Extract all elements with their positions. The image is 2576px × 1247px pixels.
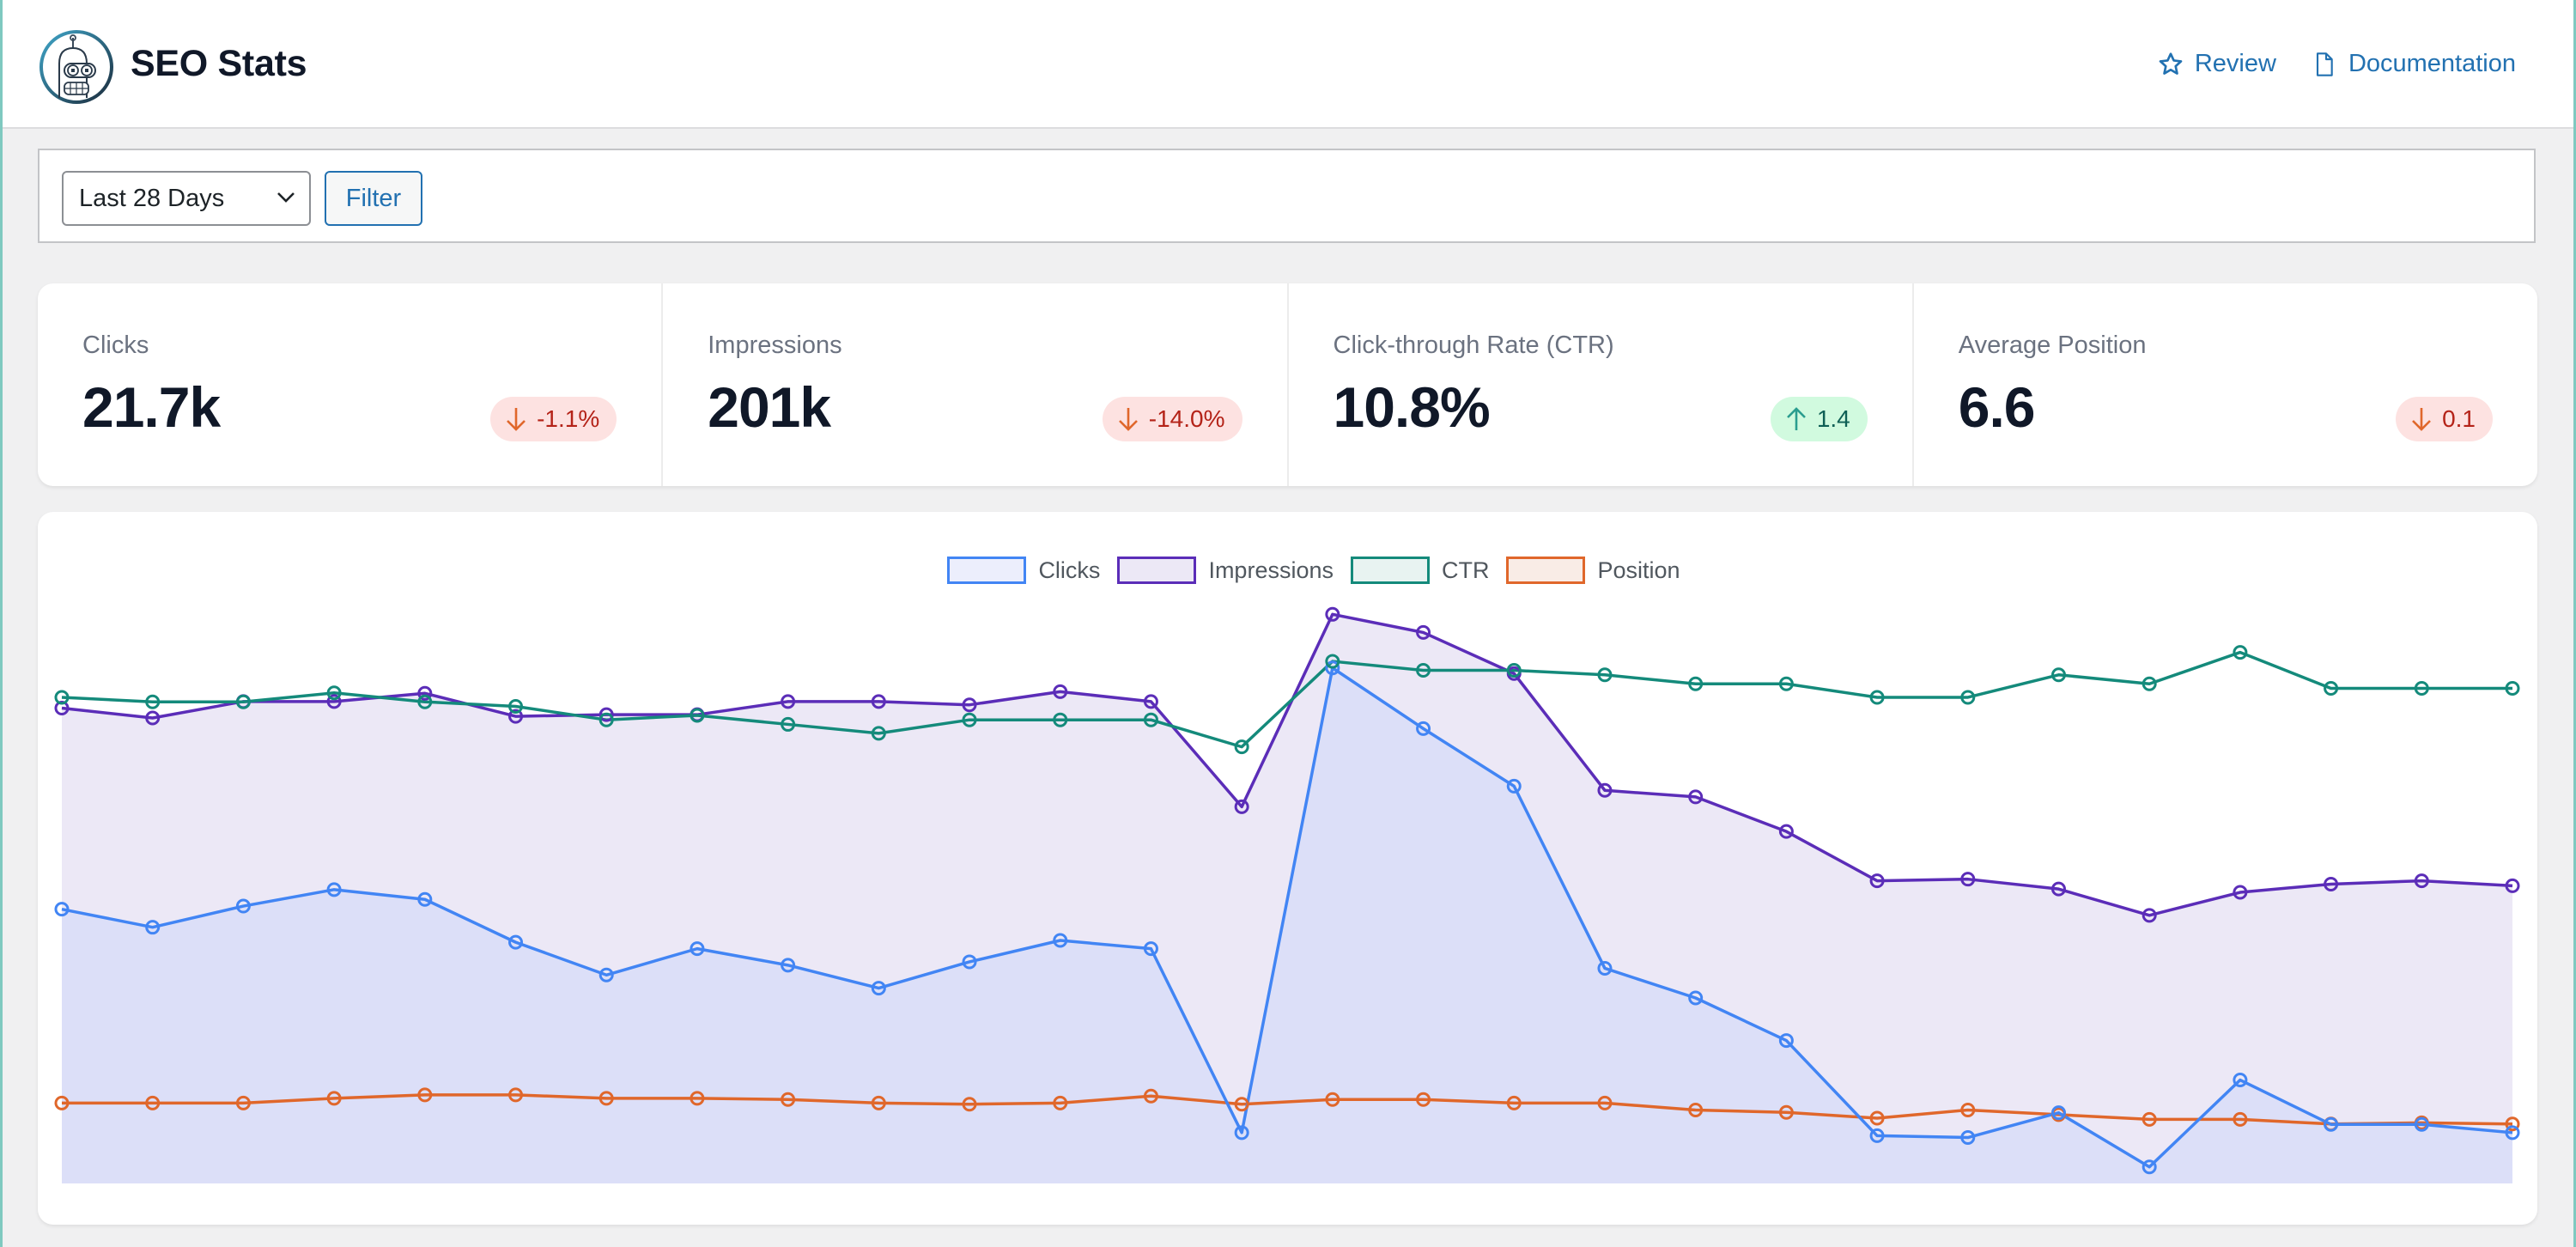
- robot-logo-icon: [39, 30, 113, 104]
- change-value: -1.1%: [537, 405, 600, 432]
- documentation-link-label: Documentation: [2348, 50, 2516, 77]
- documentation-link[interactable]: Documentation: [2311, 50, 2516, 78]
- arrow-down-icon: [507, 408, 526, 431]
- header-links: Review Documentation: [2157, 50, 2516, 78]
- page-title: SEO Stats: [131, 43, 307, 84]
- stat-card-ctr: Click-through Rate (CTR) 10.8% 1.4: [1289, 283, 1914, 486]
- filter-bar: Last 28 Days Filter: [38, 149, 2536, 243]
- change-value: 1.4: [1816, 405, 1850, 432]
- change-badge: 1.4: [1770, 397, 1868, 441]
- review-link[interactable]: Review: [2157, 50, 2276, 78]
- stat-label: Impressions: [708, 332, 842, 359]
- stat-value: 201k: [708, 375, 831, 439]
- legend-swatch-clicks: [947, 557, 1027, 584]
- legend-item-ctr[interactable]: CTR: [1350, 557, 1490, 584]
- stat-label: Average Position: [1958, 332, 2147, 359]
- stat-value: 6.6: [1958, 375, 2036, 439]
- change-value: -14.0%: [1148, 405, 1225, 432]
- legend-swatch-impressions: [1117, 557, 1197, 584]
- legend-swatch-ctr: [1350, 557, 1430, 584]
- chevron-down-icon: [277, 192, 295, 203]
- review-link-label: Review: [2194, 50, 2276, 77]
- chart-legend: Clicks Impressions CTR Position: [0, 557, 2576, 584]
- date-range-select[interactable]: Last 28 Days: [62, 171, 311, 226]
- arrow-down-icon: [2412, 408, 2431, 431]
- legend-label: Clicks: [1038, 557, 1101, 583]
- chart-card: [38, 512, 2537, 1225]
- date-range-selected: Last 28 Days: [79, 185, 225, 212]
- change-badge: -14.0%: [1102, 397, 1242, 441]
- stat-label: Clicks: [82, 332, 149, 359]
- arrow-up-icon: [1786, 407, 1806, 430]
- legend-item-impressions[interactable]: Impressions: [1117, 557, 1334, 584]
- change-value: 0.1: [2442, 405, 2476, 432]
- stats-summary: Clicks 21.7k -1.1% Impressions 201k -14.…: [38, 283, 2537, 486]
- legend-item-clicks[interactable]: Clicks: [947, 557, 1100, 584]
- app-header: SEO Stats Review Documentation: [0, 0, 2576, 129]
- stat-value: 21.7k: [82, 375, 221, 439]
- document-icon: [2316, 52, 2333, 76]
- legend-label: Position: [1597, 557, 1680, 583]
- stat-card-clicks: Clicks 21.7k -1.1%: [38, 283, 664, 486]
- stat-label: Click-through Rate (CTR): [1333, 332, 1614, 359]
- change-badge: 0.1: [2396, 397, 2493, 441]
- stat-value: 10.8%: [1333, 375, 1491, 439]
- star-icon: [2159, 52, 2183, 75]
- legend-swatch-position: [1506, 557, 1586, 584]
- legend-item-position[interactable]: Position: [1506, 557, 1680, 584]
- legend-label: Impressions: [1208, 557, 1334, 583]
- change-badge: -1.1%: [490, 397, 617, 441]
- window-edge-left: [0, 0, 3, 1247]
- arrow-down-icon: [1118, 408, 1138, 431]
- stat-card-position: Average Position 6.6 0.1: [1914, 283, 2537, 486]
- filter-button[interactable]: Filter: [325, 171, 422, 226]
- legend-label: CTR: [1441, 557, 1490, 583]
- stat-card-impressions: Impressions 201k -14.0%: [663, 283, 1289, 486]
